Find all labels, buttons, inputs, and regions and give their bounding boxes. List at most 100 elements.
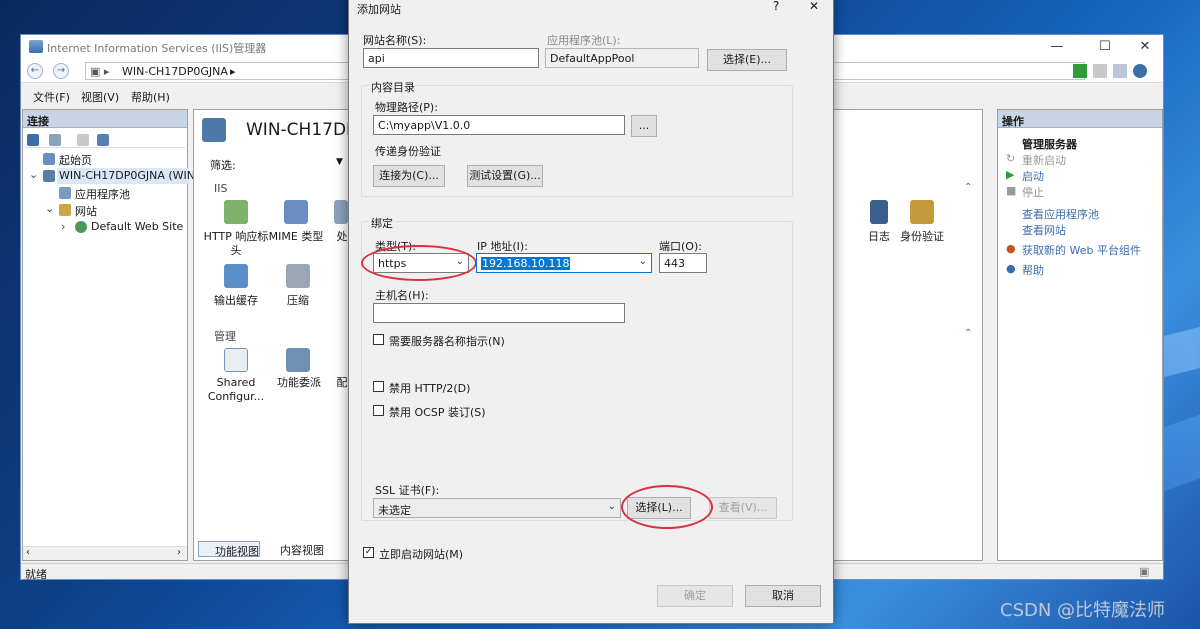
disable-http2-checkbox[interactable] xyxy=(373,381,384,392)
feature-shared-configuration[interactable]: Shared Configur... xyxy=(204,376,268,404)
feature-mime-types[interactable]: MIME 类型 xyxy=(266,230,326,244)
maximize-button[interactable]: ☐ xyxy=(1095,38,1115,56)
action-view-sites[interactable]: 查看网站 xyxy=(1022,222,1066,238)
tab-features-view[interactable]: 功能视图 xyxy=(198,541,260,558)
start-page-icon xyxy=(43,153,55,165)
select-app-pool-button[interactable]: 选择(E)... xyxy=(707,49,787,71)
chevron-down-icon: ⌄ xyxy=(607,501,616,512)
address-crumb-server[interactable]: WIN-CH17DP0GJNA xyxy=(122,65,228,78)
feature-http-response-headers[interactable]: HTTP 响应标头 xyxy=(200,230,272,258)
help-icon: ● xyxy=(1006,262,1016,275)
network-status-icon: ▣ xyxy=(1139,565,1150,578)
forward-icon[interactable]: → xyxy=(53,63,69,79)
ip-address-select[interactable]: 192.168.10.118 ⌄ xyxy=(476,253,652,273)
menu-help[interactable]: 帮助(H) xyxy=(131,89,170,105)
group-manage: 管理 xyxy=(214,330,236,343)
feature-output-cache[interactable]: 输出缓存 xyxy=(204,294,268,308)
content-directory-title: 内容目录 xyxy=(369,79,417,95)
shared-config-icon xyxy=(224,348,248,372)
http-headers-icon xyxy=(224,200,248,224)
authentication-icon xyxy=(910,200,934,224)
disable-http2-label: 禁用 HTTP/2(D) xyxy=(389,382,471,395)
binding-title: 绑定 xyxy=(369,215,395,231)
stop-icon[interactable] xyxy=(1093,64,1107,78)
mime-types-icon xyxy=(284,200,308,224)
start-now-checkbox[interactable]: ✓ xyxy=(363,547,374,558)
disable-ocsp-label: 禁用 OCSP 装订(S) xyxy=(389,406,486,419)
feature-logging[interactable]: 日志 xyxy=(862,230,896,244)
test-settings-button[interactable]: 测试设置(G)... xyxy=(467,165,543,187)
view-ssl-button[interactable]: 查看(V)... xyxy=(709,497,777,519)
add-website-dialog: 添加网站 ? ✕ 网站名称(S): api 应用程序池(L): DefaultA… xyxy=(348,0,834,624)
filter-box[interactable]: 筛选: ▼ xyxy=(204,154,354,172)
dialog-title: 添加网站 xyxy=(357,3,401,16)
server-node-icon xyxy=(43,170,55,182)
pass-through-auth-label: 传递身份验证 xyxy=(375,145,441,158)
cancel-button[interactable]: 取消 xyxy=(745,585,821,607)
tree-item-server[interactable]: WIN-CH17DP0GJNA (WIN- xyxy=(59,169,199,182)
site-name-input[interactable]: api xyxy=(363,48,539,68)
tree-item-default-web-site[interactable]: Default Web Site xyxy=(91,220,183,233)
up-icon[interactable] xyxy=(77,134,89,146)
port-label: 端口(O): xyxy=(659,240,702,253)
port-input[interactable]: 443 xyxy=(659,253,707,273)
scroll-left-icon[interactable]: ‹ xyxy=(26,547,30,558)
disable-ocsp-checkbox[interactable] xyxy=(373,405,384,416)
host-name-input[interactable] xyxy=(373,303,625,323)
close-button[interactable]: ✕ xyxy=(1135,38,1155,56)
chevron-right-icon[interactable]: › xyxy=(61,220,65,233)
disconnect-icon[interactable] xyxy=(97,134,109,146)
action-start[interactable]: 启动 xyxy=(1022,168,1044,184)
connect-as-button[interactable]: 连接为(C)... xyxy=(373,165,445,187)
connect-icon[interactable] xyxy=(27,134,39,146)
feature-compression[interactable]: 压缩 xyxy=(278,294,318,308)
tab-content-view[interactable]: 内容视图 xyxy=(264,541,328,557)
menu-file[interactable]: 文件(F) xyxy=(33,89,70,105)
scroll-right-icon[interactable]: › xyxy=(177,547,181,558)
collapse-iis-icon[interactable]: ⌃ xyxy=(964,182,972,193)
web-platform-icon: ● xyxy=(1006,242,1016,255)
dropdown-arrow-icon[interactable]: ▼ xyxy=(336,157,343,167)
sni-checkbox[interactable] xyxy=(373,334,384,345)
host-name-label: 主机名(H): xyxy=(375,289,429,302)
action-restart[interactable]: 重新启动 xyxy=(1022,152,1066,168)
action-get-new-components[interactable]: 获取新的 Web 平台组件 xyxy=(1022,242,1141,258)
refresh-icon[interactable] xyxy=(1073,64,1087,78)
window-title: Internet Information Services (IIS)管理器 xyxy=(47,42,267,55)
horizontal-scrollbar[interactable]: ‹ › xyxy=(23,546,187,560)
actions-manage-server: 管理服务器 xyxy=(1022,138,1077,151)
app-pool-field: DefaultAppPool xyxy=(545,48,699,68)
feature-authentication[interactable]: 身份验证 xyxy=(894,230,950,244)
home-icon[interactable] xyxy=(1113,64,1127,78)
chevron-down-icon[interactable]: ⌄ xyxy=(45,202,54,215)
dialog-close-button[interactable]: ✕ xyxy=(809,0,819,13)
browse-button[interactable]: ... xyxy=(631,115,657,137)
collapse-manage-icon[interactable]: ⌃ xyxy=(964,328,972,339)
ssl-cert-select[interactable]: 未选定 ⌄ xyxy=(373,498,621,518)
tab-features-label: 功能视图 xyxy=(215,545,259,558)
help-icon[interactable] xyxy=(1133,64,1147,78)
connections-toolbar xyxy=(25,132,185,148)
minimize-button[interactable]: — xyxy=(1047,38,1067,56)
filter-label: 筛选: xyxy=(210,159,236,172)
menu-view[interactable]: 视图(V) xyxy=(81,89,119,105)
dialog-help-button[interactable]: ? xyxy=(773,0,779,13)
save-icon[interactable] xyxy=(49,134,61,146)
tree-item-sites[interactable]: 网站 xyxy=(75,203,97,219)
tree-item-start-page[interactable]: 起始页 xyxy=(59,152,92,168)
physical-path-input[interactable]: C:\myapp\V1.0.0 xyxy=(373,115,625,135)
action-view-app-pools[interactable]: 查看应用程序池 xyxy=(1022,206,1099,222)
physical-path-label: 物理路径(P): xyxy=(375,101,438,114)
feature-delegation[interactable]: 功能委派 xyxy=(274,376,324,390)
tree-item-app-pools[interactable]: 应用程序池 xyxy=(75,186,130,202)
connections-header: 连接 xyxy=(23,110,187,128)
action-help[interactable]: 帮助 xyxy=(1022,262,1044,278)
ip-address-value: 192.168.10.118 xyxy=(481,257,571,270)
chevron-down-icon[interactable]: ⌄ xyxy=(29,168,38,181)
ssl-cert-label: SSL 证书(F): xyxy=(375,484,440,497)
sites-folder-icon xyxy=(59,204,71,216)
back-icon[interactable]: ← xyxy=(27,63,43,79)
iis-app-icon xyxy=(29,40,43,53)
ok-button[interactable]: 确定 xyxy=(657,585,733,607)
action-stop[interactable]: 停止 xyxy=(1022,184,1044,200)
